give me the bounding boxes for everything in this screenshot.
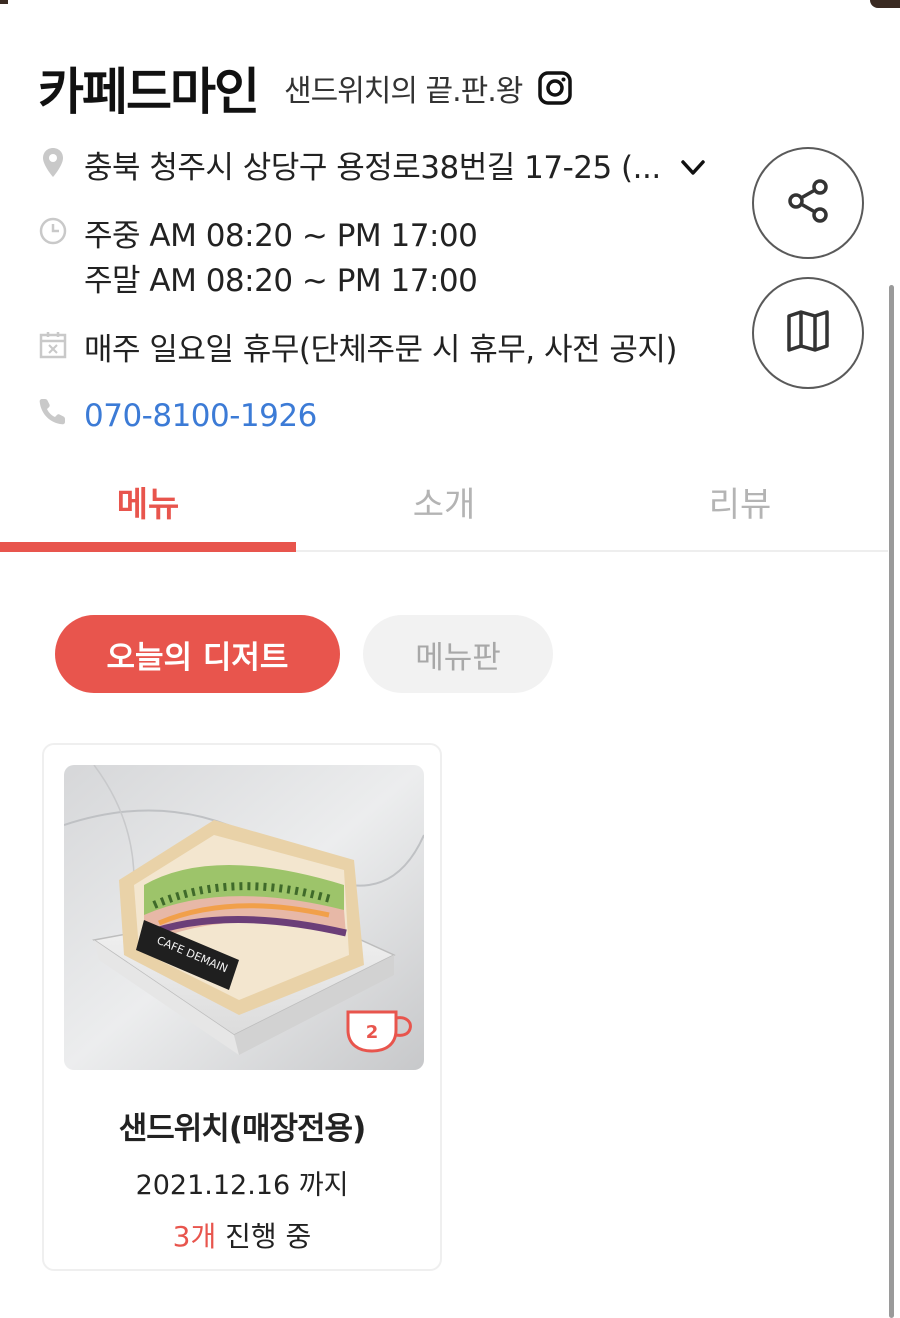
hours-weekday: 주중 AM 08:20 ~ PM 17:00 xyxy=(84,218,478,254)
menu-card[interactable]: CAFE DEMAIN 2 샌드위치(매장전용) 2021.12.16 까지 3… xyxy=(42,743,442,1271)
menu-item-count: 3개 xyxy=(172,1220,217,1253)
hours-row: 주중 AM 08:20 ~ PM 17:00 주말 AM 08:20 ~ PM … xyxy=(38,214,478,304)
map-icon xyxy=(784,307,832,359)
tab-intro[interactable]: 소개 xyxy=(296,452,592,550)
location-pin-icon xyxy=(38,146,68,180)
cup-badge-number: 2 xyxy=(366,1022,379,1043)
phone-link[interactable]: 070-8100-1926 xyxy=(84,394,317,439)
top-edge-decoration-right xyxy=(870,0,900,8)
phone-icon xyxy=(38,394,68,428)
top-edge-decoration-left xyxy=(0,0,8,4)
calendar-x-icon xyxy=(38,328,68,362)
tab-menu[interactable]: 메뉴 xyxy=(0,452,296,552)
menu-item-title: 샌드위치(매장전용) xyxy=(118,1111,367,1147)
map-button[interactable] xyxy=(752,277,864,389)
address-text: 충북 청주시 상당구 용정로38번길 17-25 (... xyxy=(84,150,661,186)
holiday-text: 매주 일요일 휴무(단체주문 시 휴무, 사전 공지) xyxy=(84,332,678,368)
chevron-down-icon[interactable] xyxy=(679,146,707,195)
tab-bar: 메뉴 소개 리뷰 xyxy=(0,452,888,552)
share-button[interactable] xyxy=(752,147,864,259)
hours-text: 주중 AM 08:20 ~ PM 17:00 주말 AM 08:20 ~ PM … xyxy=(84,214,478,304)
scrollbar[interactable] xyxy=(889,285,894,1318)
share-icon xyxy=(784,177,832,229)
hours-weekend: 주말 AM 08:20 ~ PM 17:00 xyxy=(84,263,478,299)
menu-item-status: 3개 진행 중 xyxy=(44,1215,440,1255)
menu-item-status-text: 진행 중 xyxy=(216,1220,312,1253)
phone-row[interactable]: 070-8100-1926 xyxy=(38,394,317,439)
shop-tagline: 샌드위치의 끝.판.왕 xyxy=(284,74,523,109)
instagram-icon[interactable] xyxy=(538,71,573,105)
address-row[interactable]: 충북 청주시 상당구 용정로38번길 17-25 (... xyxy=(38,146,707,195)
coffee-cup-icon: 2 xyxy=(344,1008,416,1054)
menu-item-date: 2021.12.16 까지 xyxy=(135,1170,349,1201)
sandwich-image: CAFE DEMAIN 2 xyxy=(64,765,424,1070)
clock-icon xyxy=(38,214,68,248)
filter-menu-board-button[interactable]: 메뉴판 xyxy=(363,615,553,693)
shop-name: 카페드마인 xyxy=(38,63,260,121)
holiday-row: 매주 일요일 휴무(단체주문 시 휴무, 사전 공지) xyxy=(38,328,678,373)
filter-today-dessert-button[interactable]: 오늘의 디저트 xyxy=(55,615,340,693)
shop-header: 카페드마인 샌드위치의 끝.판.왕 xyxy=(38,52,573,124)
tab-review[interactable]: 리뷰 xyxy=(592,452,888,550)
